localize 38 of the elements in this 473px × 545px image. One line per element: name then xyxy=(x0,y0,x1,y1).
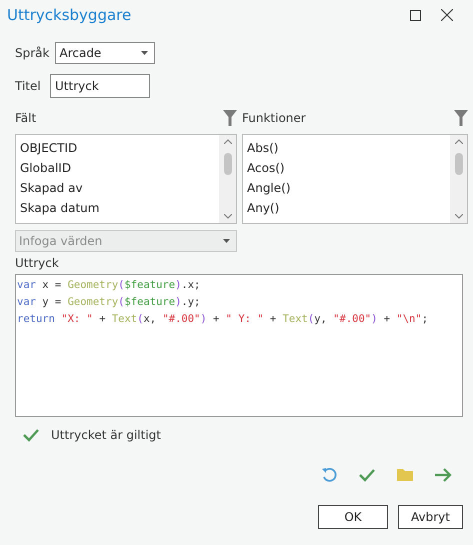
close-icon xyxy=(441,9,453,21)
list-item[interactable]: Abs() xyxy=(247,138,450,158)
chevron-up-icon[interactable] xyxy=(454,139,462,144)
chevron-down-icon[interactable] xyxy=(454,214,462,219)
window-title: Uttrycksbyggare xyxy=(7,6,132,24)
list-item[interactable]: Skapa datum xyxy=(20,198,219,218)
cancel-button[interactable]: Avbryt xyxy=(398,505,463,529)
list-item[interactable]: GlobalID xyxy=(20,158,219,178)
list-item[interactable]: Acos() xyxy=(247,158,450,178)
caret-icon xyxy=(223,239,230,243)
code-editor[interactable]: var x = Geometry($feature).x; var y = Geometry($feature).y; return "X: " + Text(x, "#.00") + " Y: " + Text(y, "#.00") + "\n"; xyxy=(15,274,463,417)
language-label: Språk xyxy=(15,46,50,60)
scrollbar-thumb[interactable] xyxy=(224,153,232,175)
code-line: var y = Geometry($feature).y; xyxy=(17,295,202,310)
language-dropdown[interactable]: Arcade xyxy=(55,42,156,64)
chevron-down-icon[interactable] xyxy=(224,214,232,219)
list-item[interactable]: OBJECTID xyxy=(20,138,219,158)
list-item[interactable]: Angle() xyxy=(247,178,450,198)
validation-message: Uttrycket är giltigt xyxy=(51,428,161,442)
checkmark-icon xyxy=(23,427,39,443)
list-item[interactable]: Any() xyxy=(247,198,450,218)
title-field[interactable]: Uttryck xyxy=(50,74,150,98)
caret-icon xyxy=(141,51,148,55)
scrollbar[interactable] xyxy=(450,135,467,223)
list-label: Funktioner xyxy=(242,111,306,125)
ok-button[interactable]: OK xyxy=(318,505,388,529)
title-label: Titel xyxy=(15,79,42,93)
code-line: var x = Geometry($feature).x; xyxy=(17,278,202,293)
chevron-up-icon[interactable] xyxy=(224,139,232,144)
maximize-icon xyxy=(410,10,420,20)
filter-icon[interactable] xyxy=(454,110,468,126)
code-line: return "X: " + Text(x, "#.00") + " Y: " + Text(y, "#.00") + "\n"; xyxy=(17,312,430,327)
scrollbar[interactable] xyxy=(219,135,236,223)
filter-icon[interactable] xyxy=(223,110,237,126)
list-label: Fält xyxy=(15,111,36,125)
scrollbar-thumb[interactable] xyxy=(454,153,462,175)
list-item[interactable]: Skapad av xyxy=(20,178,219,198)
expression-label: Uttryck xyxy=(15,256,59,270)
